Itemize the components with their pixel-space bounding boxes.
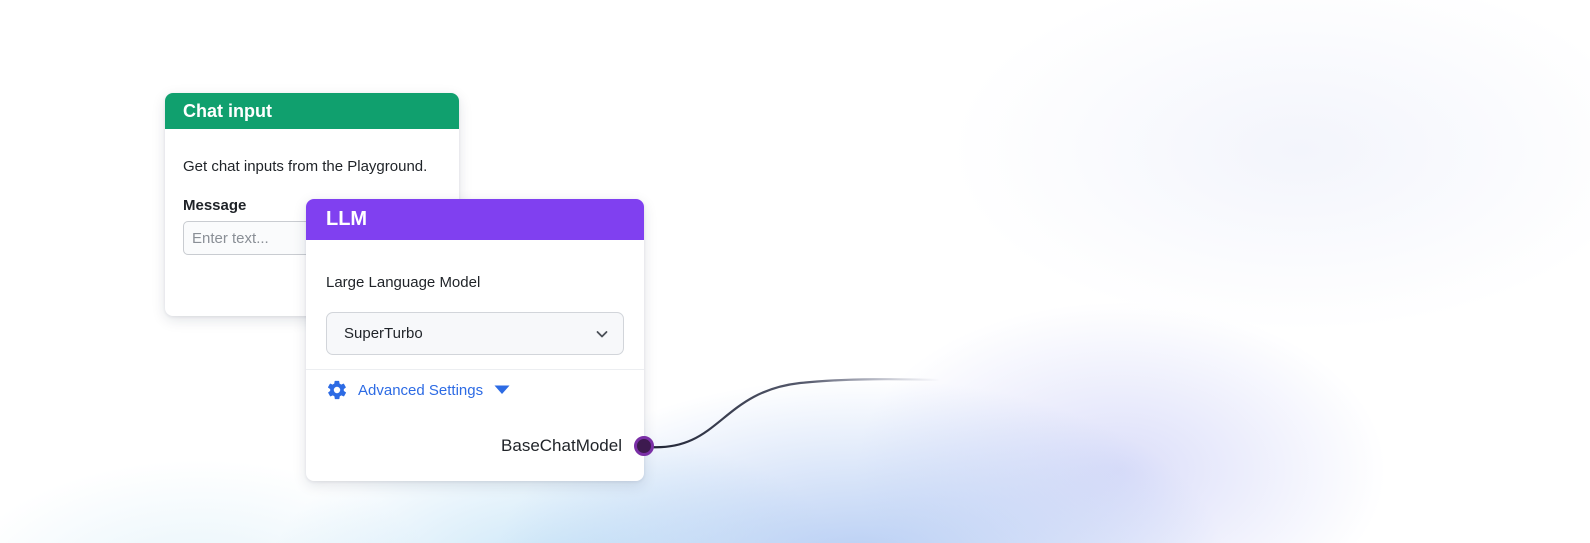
caret-down-icon bbox=[494, 385, 510, 394]
gear-icon bbox=[327, 380, 347, 400]
llm-node[interactable]: LLM Large Language Model SuperTurbo Adva… bbox=[306, 199, 654, 481]
llm-node-description: Large Language Model bbox=[326, 274, 481, 291]
llm-node-title: LLM bbox=[306, 199, 644, 240]
chat-input-node-title: Chat input bbox=[165, 93, 459, 129]
output-label: BaseChatModel bbox=[501, 436, 622, 455]
section-divider bbox=[306, 369, 644, 370]
message-field-label: Message bbox=[183, 197, 247, 214]
model-select[interactable]: SuperTurbo bbox=[326, 312, 624, 355]
chat-input-description: Get chat inputs from the Playground. bbox=[183, 158, 428, 175]
advanced-settings-label: Advanced Settings bbox=[358, 381, 484, 399]
output-handle[interactable] bbox=[634, 436, 654, 456]
advanced-settings-toggle[interactable]: Advanced Settings bbox=[326, 379, 510, 401]
model-select-value: SuperTurbo bbox=[344, 325, 423, 342]
chevron-down-icon bbox=[596, 331, 608, 338]
